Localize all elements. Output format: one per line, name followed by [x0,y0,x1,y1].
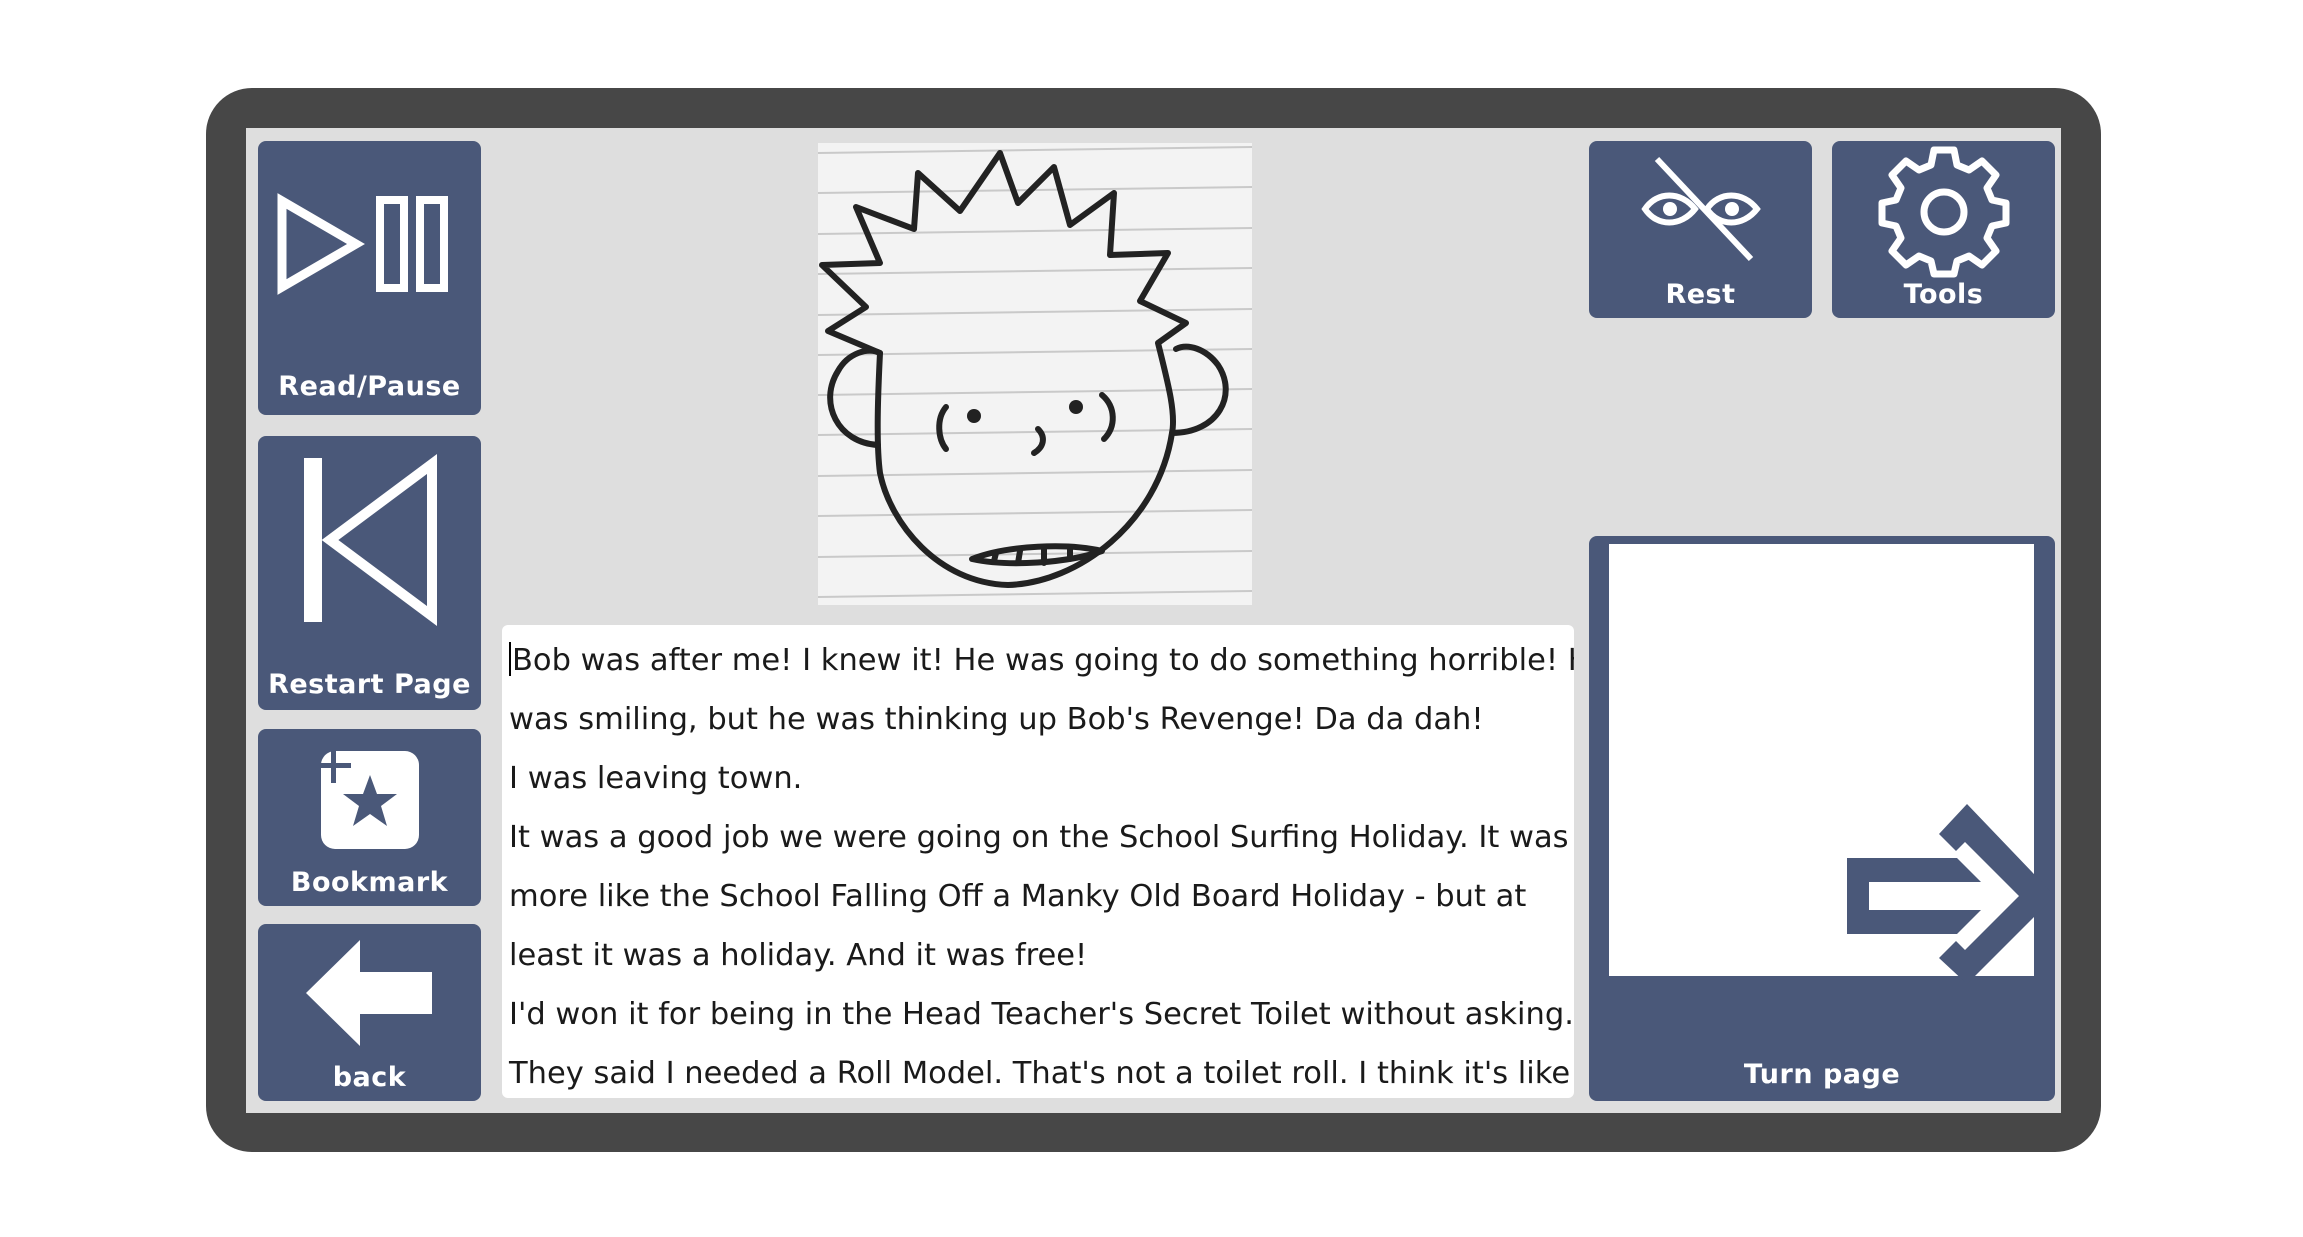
story-illustration [818,143,1252,605]
bookmark-star-icon [317,749,419,849]
story-line: Bob was after me! I knew it! He was goin… [509,631,1574,690]
turn-page-button[interactable]: Turn page [1589,536,2055,1101]
story-line: They said I needed a Roll Model. That's … [509,1056,1574,1091]
arrow-left-icon [306,940,432,1046]
read-pause-button[interactable]: Read/Pause [258,141,481,415]
eyes-crossed-icon [1641,156,1761,262]
skip-back-icon [304,454,437,626]
restart-page-label: Restart Page [268,669,471,700]
story-line-text: Bob was after me! I knew it! He was goin… [512,643,1574,678]
story-line: I'd won it for being in the Head Teacher… [509,997,1574,1032]
arrow-right-icon [1847,804,2055,984]
tools-label: Tools [1903,279,1984,310]
play-pause-icon [277,193,448,295]
reader-screen: Read/Pause Restart Page Bookmark back Bo… [246,128,2061,1113]
read-pause-label: Read/Pause [278,371,461,402]
boy-face-drawing [818,146,1252,598]
rest-label: Rest [1665,279,1736,310]
story-text-panel[interactable]: Bob was after me! I knew it! He was goin… [502,625,1574,1098]
bookmark-button[interactable]: Bookmark [258,729,481,906]
turn-page-label: Turn page [1743,1059,1901,1090]
story-line: least it was a holiday. And it was free! [509,938,1088,973]
restart-page-button[interactable]: Restart Page [258,436,481,710]
back-label: back [332,1062,407,1093]
back-button[interactable]: back [258,924,481,1101]
rest-button[interactable]: Rest [1589,141,1812,318]
story-line: more like the School Falling Off a Manky… [509,879,1527,914]
bookmark-label: Bookmark [290,867,449,898]
story-line: was smiling, but he was thinking up Bob'… [509,702,1484,737]
gear-icon [1878,146,2010,278]
tablet-frame: Read/Pause Restart Page Bookmark back Bo… [206,88,2101,1152]
story-line: I was leaving town. [509,761,803,796]
story-line: It was a good job we were going on the S… [509,820,1569,855]
text-cursor [509,642,511,676]
tools-button[interactable]: Tools [1832,141,2055,318]
